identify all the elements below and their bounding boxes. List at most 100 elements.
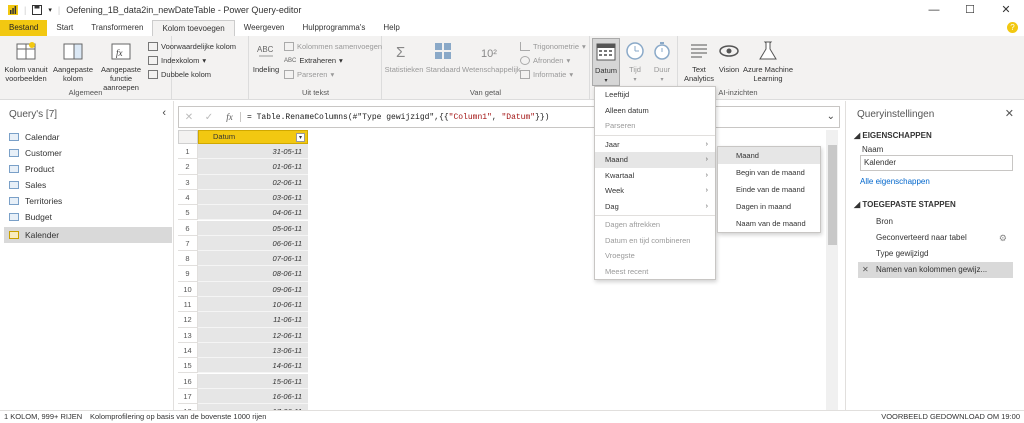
text-analytics-button[interactable]: Text Analytics (682, 40, 716, 83)
step-type-gewijzigd[interactable]: Type gewijzigd (858, 246, 1013, 262)
tijd-button[interactable]: Tijd ▾ (622, 40, 648, 85)
cell-datum[interactable]: 02-06-11 (198, 174, 308, 190)
table-row[interactable]: 6 05-06-11 (178, 220, 310, 236)
cell-datum[interactable]: 16-06-11 (198, 388, 308, 405)
query-item-kalender[interactable]: Kalender (4, 227, 172, 243)
tab-help[interactable]: Help (374, 20, 408, 36)
applied-steps-header[interactable]: ◢ TOEGEPASTE STAPPEN (854, 200, 956, 209)
menu-item-alleen-datum[interactable]: Alleen datum (595, 103, 715, 119)
voorwaardelijke-kolom-button[interactable]: Voorwaardelijke kolom (148, 42, 236, 51)
menu-item-week[interactable]: Week › (595, 183, 715, 199)
column-filter-icon[interactable]: ▾ (296, 133, 305, 142)
query-item-territories[interactable]: Territories (4, 193, 172, 209)
kolom-vanuit-voorbeelden-button[interactable]: Kolom vanuit voorbeelden (2, 40, 50, 83)
cell-datum[interactable]: 06-06-11 (198, 235, 308, 252)
formula-input[interactable]: = Table.RenameColumns(#"Type gewijzigd",… (241, 113, 549, 122)
cell-datum[interactable]: 10-06-11 (198, 297, 308, 313)
all-properties-link[interactable]: Alle eigenschappen (860, 177, 930, 186)
expand-formula-icon[interactable]: ⌄ (827, 111, 835, 122)
tab-start[interactable]: Start (47, 20, 82, 36)
close-pane-icon[interactable]: ✕ (1005, 107, 1014, 120)
indeling-button[interactable]: ABC Indeling (252, 40, 280, 74)
table-row[interactable]: 3 02-06-11 (178, 174, 310, 190)
menu-item-dag[interactable]: Dag › (595, 199, 715, 215)
dubbele-kolom-button[interactable]: Dubbele kolom (148, 70, 211, 79)
menu-item-kwartaal[interactable]: Kwartaal › (595, 168, 715, 184)
standaard-button[interactable]: Standaard (424, 40, 462, 74)
cell-datum[interactable]: 01-06-11 (198, 159, 308, 175)
column-header-datum[interactable]: Datum ▾ (198, 130, 308, 144)
cell-datum[interactable]: 05-06-11 (198, 220, 308, 236)
help-icon[interactable]: ? (1007, 22, 1018, 33)
table-row[interactable]: 1 31-05-11 (178, 144, 310, 160)
table-row[interactable]: 7 06-06-11 (178, 235, 310, 252)
step-geconverteerd[interactable]: Geconverteerd naar tabel ⚙ (858, 230, 1013, 246)
indexkolom-button[interactable]: Indexkolom ▾ (148, 56, 206, 65)
table-row[interactable]: 8 07-06-11 (178, 251, 310, 267)
table-menu-icon[interactable] (178, 130, 198, 144)
cancel-formula-icon[interactable]: ✕ (179, 112, 199, 123)
properties-header[interactable]: ◢ EIGENSCHAPPEN (854, 131, 932, 140)
cell-datum[interactable]: 14-06-11 (198, 358, 308, 374)
collapse-pane-icon[interactable]: ‹ (162, 107, 166, 119)
table-row[interactable]: 12 11-06-11 (178, 312, 310, 328)
table-row[interactable]: 14 13-06-11 (178, 342, 310, 359)
fx-icon[interactable]: fx (219, 112, 241, 122)
cell-datum[interactable]: 12-06-11 (198, 327, 308, 343)
maximize-button[interactable]: ☐ (952, 0, 988, 20)
table-row[interactable]: 5 04-06-11 (178, 205, 310, 221)
menu-item-jaar[interactable]: Jaar › (595, 137, 715, 153)
extraheren-button[interactable]: ABC Extraheren ▾ (284, 56, 343, 65)
tab-hulpprogrammas[interactable]: Hulpprogramma's (293, 20, 374, 36)
kolommen-samenvoegen-button[interactable]: Kolommen samenvoegen (284, 42, 382, 51)
table-row[interactable]: 10 09-06-11 (178, 281, 310, 297)
tab-kolom-toevoegen[interactable]: Kolom toevoegen (152, 20, 235, 36)
submenu-item-maand[interactable]: Maand (718, 147, 820, 164)
table-row[interactable]: 13 12-06-11 (178, 327, 310, 343)
statistieken-button[interactable]: Σ Statistieken (384, 40, 424, 74)
menu-item-maand[interactable]: Maand › (595, 152, 715, 168)
step-bron[interactable]: Bron (858, 214, 1013, 230)
query-item-calendar[interactable]: Calendar (4, 129, 172, 145)
table-row[interactable]: 15 14-06-11 (178, 358, 310, 374)
table-row[interactable]: 16 15-06-11 (178, 373, 310, 389)
query-name-input[interactable]: Kalender (860, 155, 1013, 171)
query-item-budget[interactable]: Budget (4, 209, 172, 225)
scrollbar-thumb[interactable] (828, 145, 837, 245)
submenu-item-einde-van-de-maand[interactable]: Einde van de maand (718, 181, 820, 198)
trigonometrie-button[interactable]: Trigonometrie ▾ (520, 42, 586, 51)
query-item-sales[interactable]: Sales (4, 177, 172, 193)
step-namen-gewijzigd[interactable]: ✕ Namen van kolommen gewijz... (858, 262, 1013, 278)
query-item-product[interactable]: Product (4, 161, 172, 177)
submenu-item-naam-van-de-maand[interactable]: Naam van de maand (718, 215, 820, 232)
status-profiling[interactable]: Kolomprofilering op basis van de bovenst… (90, 411, 266, 423)
cell-datum[interactable]: 09-06-11 (198, 281, 308, 297)
cell-datum[interactable]: 07-06-11 (198, 251, 308, 267)
parseren-button[interactable]: Parseren ▾ (284, 70, 334, 79)
table-row[interactable]: 4 03-06-11 (178, 189, 310, 206)
afronden-button[interactable]: Afronden ▾ (520, 56, 570, 65)
quick-access-dropdown[interactable]: ▾ (48, 6, 52, 14)
table-row[interactable]: 17 16-06-11 (178, 388, 310, 405)
cell-datum[interactable]: 03-06-11 (198, 189, 308, 206)
cell-datum[interactable]: 15-06-11 (198, 373, 308, 389)
cell-datum[interactable]: 04-06-11 (198, 205, 308, 221)
cell-datum[interactable]: 31-05-11 (198, 144, 308, 160)
minimize-button[interactable]: — (916, 0, 952, 20)
tab-transformeren[interactable]: Transformeren (82, 20, 152, 36)
table-row[interactable]: 11 10-06-11 (178, 297, 310, 313)
tab-weergeven[interactable]: Weergeven (235, 20, 294, 36)
cell-datum[interactable]: 11-06-11 (198, 312, 308, 328)
tab-bestand[interactable]: Bestand (0, 20, 48, 36)
submenu-item-dagen-in-maand[interactable]: Dagen in maand (718, 198, 820, 215)
datum-button[interactable]: Datum ▾ (592, 38, 620, 86)
save-icon[interactable] (32, 5, 43, 15)
query-item-customer[interactable]: Customer (4, 145, 172, 161)
vision-button[interactable]: Vision (716, 40, 742, 74)
aangepaste-kolom-button[interactable]: Aangepaste kolom (52, 40, 94, 83)
confirm-formula-icon[interactable]: ✓ (199, 112, 219, 123)
azure-ml-button[interactable]: Azure Machine Learning (742, 40, 794, 83)
duur-button[interactable]: Duur ▾ (648, 40, 676, 85)
aangepaste-functie-button[interactable]: fx Aangepaste functie aanroepen (94, 40, 148, 92)
close-button[interactable]: ✕ (988, 0, 1024, 20)
